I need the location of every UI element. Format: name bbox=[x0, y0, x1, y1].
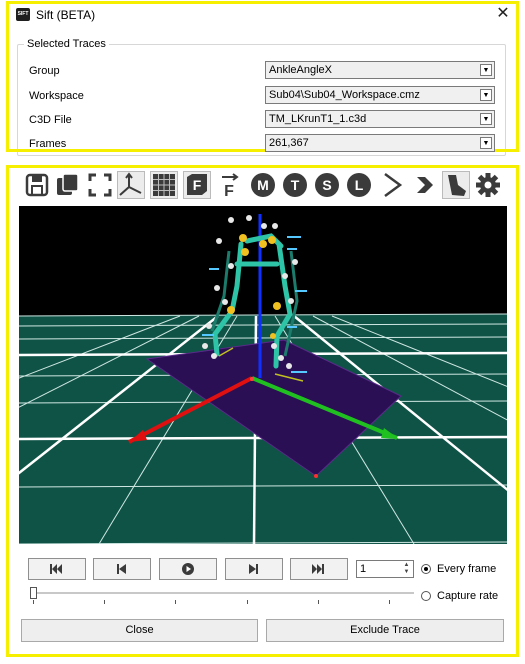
chevron-down-icon: ▼ bbox=[480, 64, 492, 76]
frames-select[interactable]: 261,367 ▼ bbox=[265, 134, 495, 152]
play-button[interactable] bbox=[159, 558, 217, 580]
targets-button[interactable]: T bbox=[281, 171, 309, 199]
next-button[interactable] bbox=[411, 171, 439, 199]
every-frame-label: Every frame bbox=[437, 563, 497, 575]
landmarks-letter: L bbox=[355, 177, 364, 193]
group-label: Group bbox=[29, 65, 60, 77]
markers-letter: M bbox=[257, 177, 269, 193]
force-vector-icon: F bbox=[222, 173, 239, 199]
frame-slider-track[interactable] bbox=[33, 592, 414, 594]
force-plate-button[interactable]: F bbox=[183, 171, 211, 199]
axes-icon bbox=[117, 171, 145, 199]
last-frame-icon bbox=[312, 564, 324, 574]
grid-icon bbox=[150, 171, 178, 199]
expand-button[interactable] bbox=[378, 171, 406, 199]
play-icon bbox=[182, 563, 194, 575]
settings-button[interactable] bbox=[474, 171, 502, 199]
segments-icon: S bbox=[315, 173, 339, 197]
markers-button[interactable]: M bbox=[249, 171, 277, 199]
foot-icon bbox=[442, 171, 470, 199]
markers-icon: M bbox=[251, 173, 275, 197]
frames-label: Frames bbox=[29, 138, 67, 150]
last-frame-button[interactable] bbox=[290, 558, 348, 580]
c3d-file-value: TM_LKrunT1_1.c3d bbox=[269, 113, 367, 125]
first-frame-icon bbox=[50, 564, 62, 574]
targets-icon: T bbox=[283, 173, 307, 197]
frames-value: 261,367 bbox=[269, 137, 309, 149]
gear-icon bbox=[476, 173, 500, 197]
chevron-down-icon: ▼ bbox=[480, 137, 492, 149]
force-vector-letter: F bbox=[224, 183, 234, 199]
segments-button[interactable]: S bbox=[313, 171, 341, 199]
copy-icon bbox=[57, 173, 79, 195]
next-frame-button[interactable] bbox=[225, 558, 283, 580]
grid-button[interactable] bbox=[150, 171, 178, 199]
chevron-down-icon: ▼ bbox=[480, 89, 492, 101]
capture-rate-label: Capture rate bbox=[437, 590, 499, 602]
frame-step-value: 1 bbox=[360, 563, 367, 575]
workspace-value: Sub04\Sub04_Workspace.cmz bbox=[269, 89, 420, 101]
landmarks-button[interactable]: L bbox=[345, 171, 373, 199]
3d-viewport[interactable] bbox=[19, 206, 507, 544]
group-value: AnkleAngleX bbox=[269, 64, 332, 76]
axes-button[interactable] bbox=[117, 171, 145, 199]
chevron-down-icon: ▼ bbox=[480, 113, 492, 125]
save-icon bbox=[25, 173, 49, 197]
segments-letter: S bbox=[322, 177, 331, 193]
first-frame-button[interactable] bbox=[28, 558, 86, 580]
frame-step-spinbox[interactable]: 1 ▲ ▼ bbox=[356, 560, 414, 578]
save-button[interactable] bbox=[24, 171, 50, 199]
slider-tick bbox=[318, 600, 319, 604]
slider-tick bbox=[247, 600, 248, 604]
c3d-file-select[interactable]: TM_LKrunT1_1.c3d ▼ bbox=[265, 110, 495, 128]
group-select[interactable]: AnkleAngleX ▼ bbox=[265, 61, 495, 79]
c3d-file-label: C3D File bbox=[29, 114, 72, 126]
exclude-trace-button[interactable]: Exclude Trace bbox=[266, 619, 504, 642]
workspace-label: Workspace bbox=[29, 90, 84, 102]
force-plate-letter: F bbox=[193, 177, 202, 193]
slider-tick bbox=[389, 600, 390, 604]
copy-button[interactable] bbox=[54, 171, 82, 199]
group-title: Selected Traces bbox=[24, 38, 109, 50]
fit-view-button[interactable] bbox=[86, 171, 114, 199]
previous-frame-button[interactable] bbox=[93, 558, 151, 580]
slider-tick bbox=[33, 600, 34, 604]
next-frame-icon bbox=[249, 564, 258, 574]
foot-button[interactable] bbox=[442, 171, 470, 199]
slider-tick bbox=[175, 600, 176, 604]
targets-letter: T bbox=[291, 177, 300, 193]
every-frame-radio[interactable] bbox=[421, 564, 431, 574]
origin-point bbox=[250, 377, 254, 381]
plate-corner-point bbox=[314, 474, 318, 478]
close-button[interactable]: Close bbox=[21, 619, 258, 642]
scene-svg bbox=[19, 214, 507, 544]
workspace-select[interactable]: Sub04\Sub04_Workspace.cmz ▼ bbox=[265, 86, 495, 104]
spin-down-icon[interactable]: ▼ bbox=[401, 569, 412, 576]
slider-tick bbox=[104, 600, 105, 604]
fit-view-icon bbox=[88, 173, 112, 197]
force-vector-button[interactable]: F bbox=[216, 171, 244, 199]
landmarks-icon: L bbox=[347, 173, 371, 197]
previous-frame-icon bbox=[117, 564, 126, 574]
capture-rate-radio[interactable] bbox=[421, 591, 431, 601]
next-icon bbox=[417, 177, 433, 193]
force-plate-icon: F bbox=[183, 171, 211, 199]
frame-slider-thumb[interactable] bbox=[30, 587, 37, 599]
spin-up-icon[interactable]: ▲ bbox=[401, 562, 412, 569]
chevron-right-icon bbox=[384, 172, 403, 198]
